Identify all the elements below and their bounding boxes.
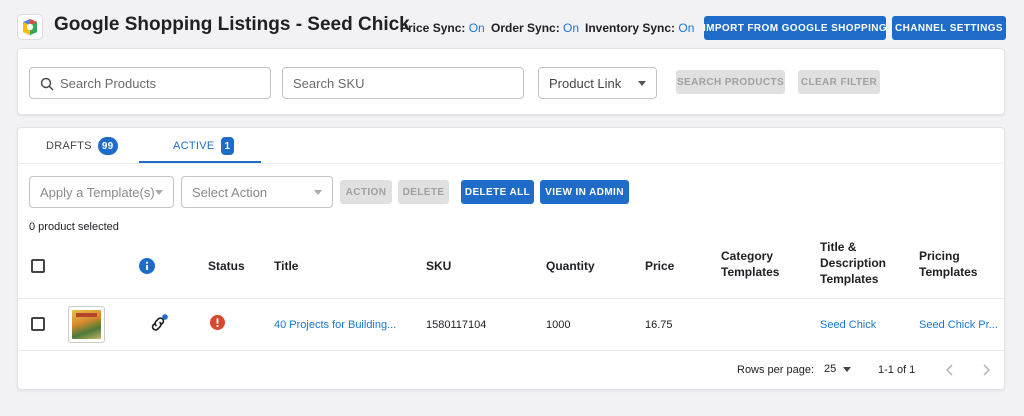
error-status-icon[interactable] (210, 315, 225, 335)
rows-per-page-label: Rows per page: (737, 364, 815, 376)
price-sync-status: Price Sync: On (400, 21, 485, 35)
chevron-down-icon (314, 190, 322, 195)
chevron-down-icon (155, 190, 163, 195)
row-checkbox[interactable] (31, 317, 45, 331)
clear-filter-button[interactable]: CLEAR FILTER (798, 70, 880, 94)
next-page-icon[interactable] (980, 363, 992, 382)
previous-page-icon[interactable] (944, 363, 956, 382)
column-header-quantity[interactable]: Quantity (546, 258, 595, 274)
selected-count: 0 product selected (29, 221, 119, 233)
channel-settings-button[interactable]: CHANNEL SETTINGS (892, 16, 1006, 40)
select-action-select[interactable]: Select Action (181, 176, 333, 208)
drafts-count-badge: 99 (97, 137, 118, 155)
inventory-sync-status: Inventory Sync: On (585, 21, 695, 35)
header-divider (17, 298, 1005, 299)
caret-down-icon (843, 366, 852, 372)
delete-button[interactable]: DELETE (398, 180, 449, 204)
column-header-status: Status (208, 259, 245, 273)
page-title: Google Shopping Listings - Seed Chick (54, 14, 410, 35)
select-all-checkbox[interactable] (31, 259, 45, 273)
view-in-admin-button[interactable]: VIEW IN ADMIN (540, 180, 629, 204)
import-from-google-shopping-button[interactable]: IMPORT FROM GOOGLE SHOPPING (703, 16, 887, 40)
pricing-template-link[interactable]: Seed Chick Pr... (919, 319, 998, 331)
search-products-button[interactable]: SEARCH PRODUCTS (676, 70, 785, 94)
product-link-select[interactable]: Product Link (538, 67, 657, 99)
product-price: 16.75 (645, 319, 673, 331)
google-shopping-logo-icon (18, 15, 42, 39)
order-sync-status: Order Sync: On (491, 21, 580, 35)
column-header-price[interactable]: Price (645, 258, 674, 274)
column-header-title-description-templates: Title & Description Templates (820, 240, 887, 286)
tab-divider (17, 163, 1005, 164)
delete-all-button[interactable]: DELETE ALL (461, 180, 534, 204)
product-thumbnail (68, 306, 105, 343)
active-count-badge: 1 (220, 137, 235, 155)
chevron-down-icon (638, 81, 646, 86)
tab-active[interactable]: ACTIVE 1 (173, 137, 235, 155)
info-icon[interactable] (139, 258, 155, 279)
product-quantity: 1000 (546, 319, 571, 331)
column-header-sku[interactable]: SKU (426, 258, 451, 274)
row-divider (17, 350, 1005, 351)
tab-drafts[interactable]: DRAFTS 99 (46, 137, 118, 155)
product-title-link[interactable]: 40 Projects for Building... (274, 319, 396, 331)
column-header-title[interactable]: Title (274, 258, 298, 274)
column-header-pricing-templates: Pricing Templates (919, 249, 978, 279)
search-icon (40, 77, 54, 94)
action-button[interactable]: ACTION (340, 180, 392, 204)
search-products-input[interactable]: Search Products (29, 67, 271, 99)
pagination-range: 1-1 of 1 (878, 364, 916, 376)
page-header: Google Shopping Listings - Seed Chick Pr… (0, 0, 1024, 50)
apply-template-select[interactable]: Apply a Template(s) (29, 176, 174, 208)
product-link-icon[interactable] (147, 313, 169, 340)
title-description-template-link[interactable]: Seed Chick (820, 319, 876, 331)
rows-per-page-select[interactable]: 25 (824, 363, 852, 375)
column-header-category-templates: Category Templates (721, 249, 780, 279)
product-sku: 1580117104 (426, 319, 487, 331)
search-sku-input[interactable]: Search SKU (282, 67, 524, 99)
